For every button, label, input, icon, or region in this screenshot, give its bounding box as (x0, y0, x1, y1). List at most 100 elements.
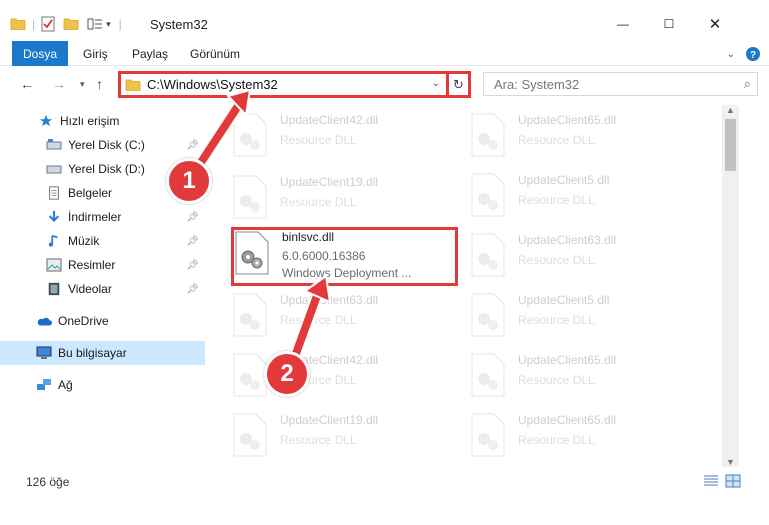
file-item[interactable]: UpdateClient42.dll Resource DLL (214, 107, 444, 167)
file-item[interactable]: UpdateClient63.dll Resource DLL (214, 287, 444, 347)
dll-file-icon (471, 173, 505, 217)
sidebar-item-pictures[interactable]: Resimler 📌︎ (0, 253, 205, 277)
file-name: UpdateClient5.dll (518, 293, 610, 307)
file-item[interactable]: UpdateClient65.dll Resource DLL (452, 107, 682, 167)
status-bar: 126 öğe (0, 470, 769, 494)
download-icon (48, 210, 60, 222)
file-name: UpdateClient19.dll (280, 175, 379, 189)
dll-file-icon (471, 413, 505, 457)
new-folder-icon[interactable] (63, 17, 79, 31)
star-icon (39, 114, 53, 127)
details-view-icon[interactable] (703, 474, 719, 488)
sidebar-item-label: Yerel Disk (D:) (68, 162, 145, 176)
dll-file-icon (471, 353, 505, 397)
back-arrow-icon[interactable]: ← (20, 76, 34, 92)
sidebar-item-label: Videolar (68, 282, 112, 296)
tiles-view-icon[interactable] (725, 474, 741, 488)
address-bar[interactable]: C:\Windows\System32 ⌄ ↻ (118, 71, 471, 98)
minimize-button[interactable]: — (600, 10, 646, 38)
file-description: Resource DLL (280, 195, 357, 209)
file-item[interactable]: UpdateClient5.dll Resource DLL (452, 167, 682, 227)
scroll-up-icon[interactable]: ▲ (726, 105, 735, 115)
chevron-down-icon[interactable]: ⌄ (432, 78, 440, 89)
dll-file-icon (471, 293, 505, 337)
pin-icon[interactable]: 📌︎ (186, 140, 199, 151)
sidebar-item-label: İndirmeler (68, 210, 122, 224)
file-name: UpdateClient63.dll (518, 233, 617, 247)
scroll-down-icon[interactable]: ▼ (726, 457, 735, 467)
file-item[interactable]: UpdateClient63.dll Resource DLL (452, 227, 682, 287)
sidebar-item-label: Yerel Disk (C:) (68, 138, 145, 152)
file-description: Resource DLL (280, 133, 357, 147)
file-name: UpdateClient19.dll (280, 413, 379, 427)
refresh-icon[interactable]: ↻ (446, 74, 468, 95)
address-path[interactable]: C:\Windows\System32 (147, 77, 278, 92)
search-icon: ⌕ (743, 76, 751, 91)
scrollbar-thumb[interactable] (725, 119, 736, 171)
pin-icon[interactable]: 📌︎ (186, 260, 199, 271)
separator: | (118, 17, 122, 31)
dll-file-icon (233, 113, 267, 157)
file-item[interactable]: UpdateClient19.dll Resource DLL (214, 407, 444, 465)
navigation-bar: ← → ▾ ↑ C:\Windows\System32 ⌄ ↻ Ara: Sys… (0, 67, 769, 101)
sidebar-item-quick-access[interactable]: Hızlı erişim (0, 109, 205, 133)
cloud-icon (37, 317, 52, 326)
pin-icon[interactable]: 📌︎ (186, 284, 199, 295)
maximize-button[interactable]: ☐ (646, 10, 692, 38)
file-item[interactable]: UpdateClient65.dll Resource DLL (452, 407, 682, 465)
folder-icon[interactable] (10, 17, 26, 31)
expand-ribbon-icon[interactable]: ⌄ (727, 49, 735, 60)
up-arrow-icon[interactable]: ↑ (96, 76, 103, 92)
computer-icon (36, 346, 52, 359)
callout-step-2: 2 (264, 351, 310, 397)
sidebar-item-this-pc[interactable]: Bu bilgisayar (0, 341, 205, 365)
dll-file-icon (471, 113, 505, 157)
forward-arrow-icon[interactable]: → (52, 76, 66, 92)
file-description: Resource DLL (518, 433, 595, 447)
pin-icon[interactable]: 📌︎ (186, 212, 199, 223)
file-name: UpdateClient65.dll (518, 113, 617, 127)
file-item[interactable]: UpdateClient5.dll Resource DLL (452, 287, 682, 347)
title-bar: | ▾ | System32 — ☐ ✕ (0, 0, 769, 40)
sidebar-item-label: OneDrive (58, 314, 109, 328)
separator: | (32, 17, 36, 31)
sidebar-item-downloads[interactable]: İndirmeler 📌︎ (0, 205, 205, 229)
file-description: Resource DLL (280, 313, 357, 327)
file-item[interactable]: UpdateClient42.dll Resource DLL (214, 347, 444, 407)
window-bottom-edge (0, 495, 769, 525)
properties-icon[interactable] (41, 16, 55, 32)
tab-share[interactable]: Paylaş (132, 43, 168, 65)
drive-icon (46, 139, 62, 150)
dll-file-icon (233, 413, 267, 457)
callout-step-1: 1 (166, 158, 212, 204)
search-input[interactable]: Ara: System32 ⌕ (483, 72, 758, 96)
recent-locations-icon[interactable]: ▾ (80, 79, 85, 90)
dll-file-icon (471, 233, 505, 277)
svg-text:?: ? (750, 50, 756, 61)
pin-icon[interactable]: 📌︎ (186, 236, 199, 247)
sidebar-item-music[interactable]: Müzik 📌︎ (0, 229, 205, 253)
sidebar-item-local-disk-c[interactable]: Yerel Disk (C:) 📌︎ (0, 133, 205, 157)
sidebar-item-label: Resimler (68, 258, 116, 272)
file-item[interactable]: UpdateClient19.dll Resource DLL (214, 169, 444, 229)
help-icon[interactable]: ? (745, 46, 761, 62)
file-item[interactable]: UpdateClient65.dll Resource DLL (452, 347, 682, 407)
sidebar-item-label: Ağ (58, 378, 73, 392)
file-description: Resource DLL (518, 133, 595, 147)
dll-file-icon (233, 293, 267, 337)
sidebar-item-label: Bu bilgisayar (58, 346, 127, 360)
sidebar-item-onedrive[interactable]: OneDrive (0, 309, 205, 333)
window-title: System32 (150, 17, 208, 32)
tab-view[interactable]: Görünüm (190, 43, 240, 65)
close-button[interactable]: ✕ (692, 10, 738, 38)
sidebar-item-videos[interactable]: Videolar 📌︎ (0, 277, 205, 301)
file-name: UpdateClient42.dll (280, 113, 379, 127)
tab-home[interactable]: Giriş (83, 43, 108, 65)
customize-icon[interactable] (87, 17, 103, 31)
file-description: Resource DLL (518, 313, 595, 327)
chevron-down-icon[interactable]: ▾ (106, 19, 111, 30)
documents-icon (49, 186, 59, 200)
sidebar-item-network[interactable]: Ağ (0, 373, 205, 397)
tab-file[interactable]: Dosya (12, 41, 68, 66)
vertical-scrollbar[interactable]: ▲ ▼ (722, 105, 739, 467)
